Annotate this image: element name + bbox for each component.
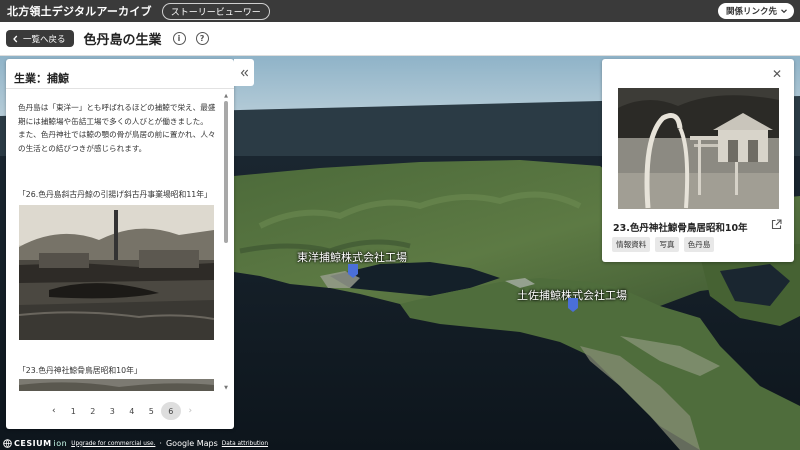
external-link-icon[interactable] <box>771 219 782 230</box>
scroll-down-icon[interactable]: ▼ <box>223 385 229 391</box>
page-button-1[interactable]: 1 <box>64 402 84 420</box>
detail-photo[interactable] <box>618 88 779 209</box>
page-button-3[interactable]: 3 <box>103 402 123 420</box>
whaling-photo[interactable] <box>19 205 214 340</box>
related-links-label: 関係リンク先 <box>725 7 777 17</box>
photo-caption: 「26.色丹島斜古丹鯨の引揚げ斜古丹事業場昭和11年」 <box>18 190 212 199</box>
close-icon[interactable]: ✕ <box>772 67 782 81</box>
collapse-panel-button[interactable] <box>234 59 254 86</box>
back-label: 一覧へ戻る <box>23 34 66 45</box>
tag[interactable]: 色丹島 <box>683 237 715 252</box>
info-icon[interactable]: i <box>172 32 186 45</box>
related-links-button[interactable]: 関係リンク先 <box>717 3 794 19</box>
top-bar: 北方領土デジタルアーカイブ ストーリービューワー 関係リンク先 <box>0 0 800 22</box>
back-to-list-button[interactable]: 一覧へ戻る <box>6 30 74 47</box>
shrine-photo[interactable] <box>19 379 214 391</box>
page-button-5[interactable]: 5 <box>142 402 162 420</box>
story-panel: 生業：捕鯨 色丹島は「東洋一」とも呼ばれるほどの捕鯨で栄え、最盛期には捕鯨場や缶… <box>6 59 234 429</box>
map-credits: CESIUM ion Upgrade for commercial use. ·… <box>3 437 268 450</box>
prev-page-button[interactable]: ‹ <box>44 402 64 420</box>
double-chevron-left-icon <box>240 69 248 76</box>
scroll-thumb[interactable] <box>224 101 228 243</box>
google-maps-logo: Google Maps <box>165 439 218 448</box>
story-viewer-button[interactable]: ストーリービューワー <box>161 2 270 20</box>
detail-panel: ✕ 23.色丹神社鯨骨鳥居昭和10年 情報資料 写真 色丹島 <box>602 59 794 262</box>
divider <box>6 88 234 89</box>
tag[interactable]: 情報資料 <box>612 237 651 252</box>
marker-label-toyo[interactable]: 東洋捕鯨株式会社工場 <box>297 249 407 265</box>
chevron-left-icon <box>13 35 18 42</box>
cesium-label: CESIUM <box>14 439 52 448</box>
sub-header: 一覧へ戻る 色丹島の生業 i ? <box>0 22 800 56</box>
scroll-up-icon[interactable]: ▲ <box>223 93 229 99</box>
help-icon[interactable]: ? <box>195 32 209 45</box>
pagination: ‹ 1 2 3 4 5 6 › <box>6 401 234 421</box>
cesium-logo[interactable]: CESIUM ion <box>3 439 67 448</box>
page-button-4[interactable]: 4 <box>122 402 142 420</box>
upgrade-link[interactable]: Upgrade for commercial use. <box>71 441 155 447</box>
page-button-2[interactable]: 2 <box>83 402 103 420</box>
app-title[interactable]: 北方領土デジタルアーカイブ <box>7 3 152 19</box>
tag[interactable]: 写真 <box>655 237 679 252</box>
map-pin-icon[interactable] <box>348 264 358 278</box>
page-title: 色丹島の生業 <box>83 33 162 48</box>
chevron-down-icon <box>781 9 787 14</box>
panel-scroll-area[interactable]: 色丹島は「東洋一」とも呼ばれるほどの捕鯨で栄え、最盛期には捕鯨場や缶詰工場で多く… <box>6 93 224 391</box>
next-page-button[interactable]: › <box>181 402 201 420</box>
map-pin-icon[interactable] <box>568 298 578 312</box>
detail-title: 23.色丹神社鯨骨鳥居昭和10年 <box>613 223 748 234</box>
ion-label: ion <box>53 439 68 448</box>
cesium-globe-icon <box>3 439 12 448</box>
panel-scrollbar[interactable]: ▲ ▼ <box>223 93 229 391</box>
panel-description: 色丹島は「東洋一」とも呼ばれるほどの捕鯨で栄え、最盛期には捕鯨場や缶詰工場で多く… <box>18 103 216 153</box>
page-button-6-current[interactable]: 6 <box>161 402 181 420</box>
photo-caption: 「23.色丹神社鯨骨鳥居昭和10年」 <box>18 366 142 375</box>
panel-heading: 生業：捕鯨 <box>14 72 69 85</box>
tag-list: 情報資料 写真 色丹島 <box>612 237 715 252</box>
separator: · <box>159 439 162 448</box>
data-attribution-link[interactable]: Data attribution <box>222 441 268 447</box>
